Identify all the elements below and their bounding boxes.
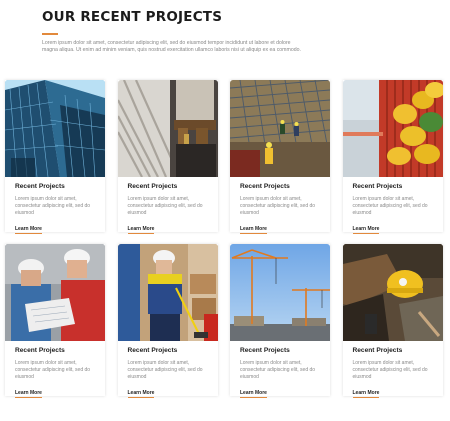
learn-more-link[interactable]: Learn More xyxy=(240,390,267,398)
project-description: Lorem ipsum dolor sit amet, consectetur … xyxy=(240,360,316,380)
project-description: Lorem ipsum dolor sit amet, consectetur … xyxy=(240,196,316,216)
project-image-tower-cranes[interactable] xyxy=(230,244,330,341)
project-card[interactable]: Recent Projects Lorem ipsum dolor sit am… xyxy=(342,244,443,398)
project-description: Lorem ipsum dolor sit amet, consectetur … xyxy=(127,360,203,380)
learn-more-link[interactable]: Learn More xyxy=(240,226,267,234)
projects-grid: Recent Projects Lorem ipsum dolor sit am… xyxy=(5,80,446,398)
project-description: Lorem ipsum dolor sit amet, consectetur … xyxy=(352,360,428,380)
project-title: Recent Projects xyxy=(240,347,290,354)
section-description: Lorem ipsum dolor sit amet, consectetur … xyxy=(42,40,301,54)
project-title: Recent Projects xyxy=(15,347,65,354)
project-card[interactable]: Recent Projects Lorem ipsum dolor sit am… xyxy=(230,80,330,234)
learn-more-link[interactable]: Learn More xyxy=(15,390,42,398)
title-underline xyxy=(42,33,58,35)
project-card[interactable]: Recent Projects Lorem ipsum dolor sit am… xyxy=(230,244,330,398)
section-header: OUR RECENT PROJECTS Lorem ipsum dolor si… xyxy=(42,9,302,55)
project-title: Recent Projects xyxy=(15,183,65,190)
learn-more-link[interactable]: Learn More xyxy=(352,226,380,234)
learn-more-link[interactable]: Learn More xyxy=(127,226,155,234)
project-image-hardhats-containers[interactable] xyxy=(342,80,443,177)
project-card[interactable]: Recent Projects Lorem ipsum dolor sit am… xyxy=(342,80,443,234)
project-card[interactable]: Recent Projects Lorem ipsum dolor sit am… xyxy=(5,80,105,234)
learn-more-link[interactable]: Learn More xyxy=(352,390,380,398)
project-title: Recent Projects xyxy=(352,347,403,354)
project-description: Lorem ipsum dolor sit amet, consectetur … xyxy=(352,196,428,216)
project-title: Recent Projects xyxy=(127,183,178,190)
project-title: Recent Projects xyxy=(127,347,178,354)
learn-more-link[interactable]: Learn More xyxy=(127,390,155,398)
project-image-engineers-reviewing-plans[interactable] xyxy=(5,244,105,341)
section-title: OUR RECENT PROJECTS xyxy=(42,9,223,25)
project-card[interactable]: Recent Projects Lorem ipsum dolor sit am… xyxy=(117,244,218,398)
learn-more-link[interactable]: Learn More xyxy=(15,226,42,234)
project-image-rebar-construction-site[interactable] xyxy=(230,80,330,177)
project-image-glass-skyscraper[interactable] xyxy=(5,80,105,177)
project-card[interactable]: Recent Projects Lorem ipsum dolor sit am… xyxy=(117,80,218,234)
project-description: Lorem ipsum dolor sit amet, consectetur … xyxy=(15,360,91,380)
project-description: Lorem ipsum dolor sit amet, consectetur … xyxy=(15,196,91,216)
project-title: Recent Projects xyxy=(352,183,403,190)
project-image-worker-tool-belt[interactable] xyxy=(117,80,218,177)
project-title: Recent Projects xyxy=(240,183,290,190)
project-description: Lorem ipsum dolor sit amet, consectetur … xyxy=(127,196,203,216)
project-image-worker-with-broom[interactable] xyxy=(117,244,218,341)
project-card[interactable]: Recent Projects Lorem ipsum dolor sit am… xyxy=(5,244,105,398)
project-image-hardhat-on-ground[interactable] xyxy=(342,244,443,341)
